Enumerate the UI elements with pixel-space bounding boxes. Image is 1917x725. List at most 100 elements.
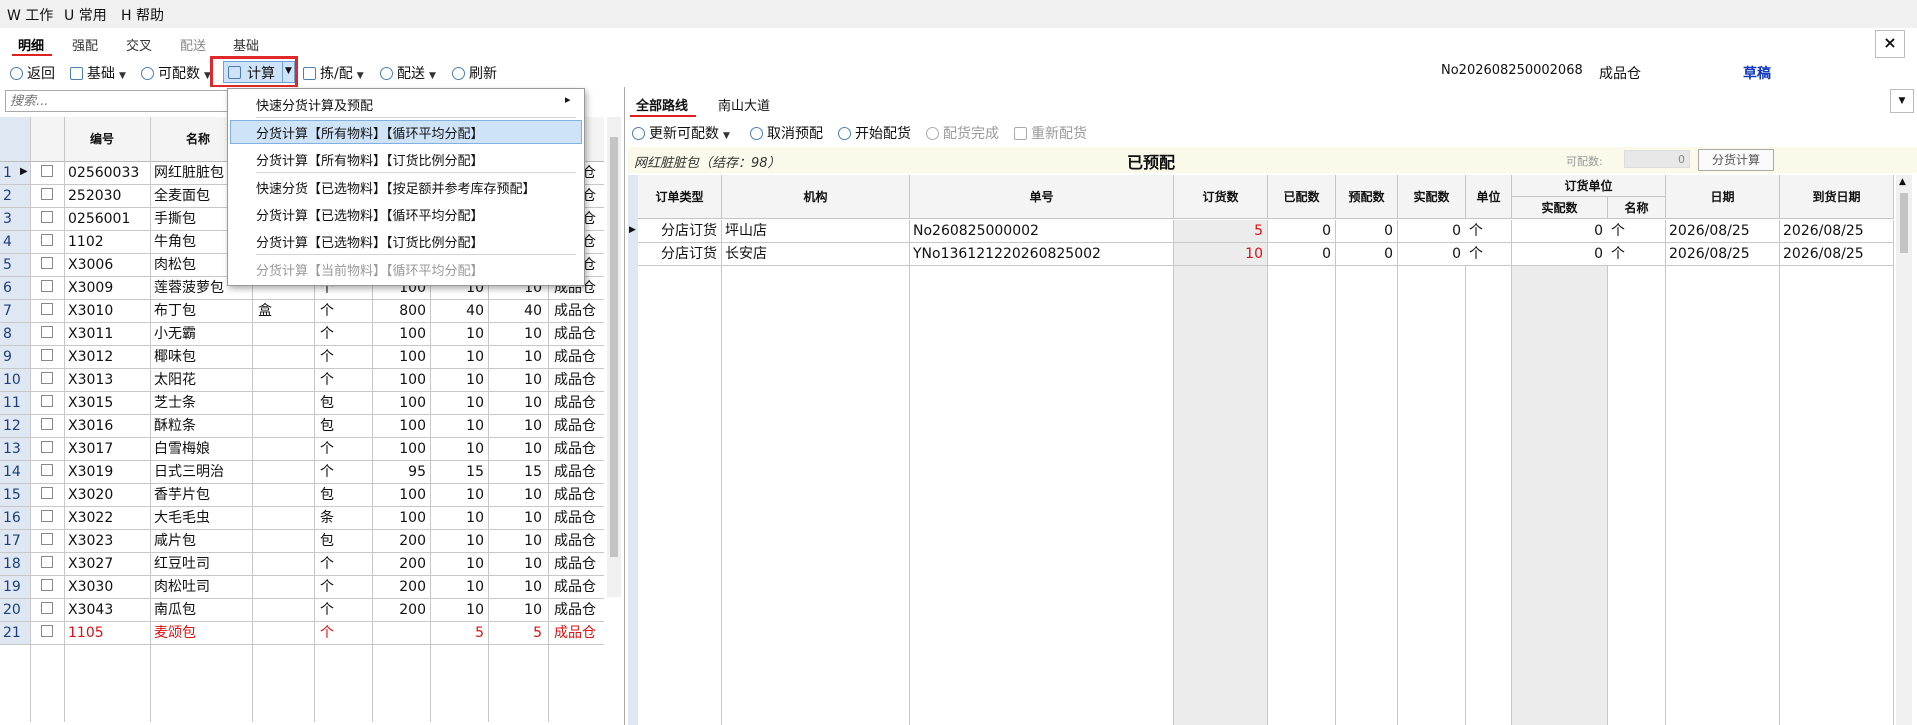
table-row[interactable]: 11 X3015 芝士条 包 100 10 10 成品仓	[0, 392, 604, 415]
col-header-order-qty[interactable]: 订货数	[1174, 175, 1268, 219]
tab-all-routes[interactable]: 全部路线	[636, 95, 688, 114]
update-available-button[interactable]: 更新可配数 ▼	[632, 123, 730, 143]
menu-item-all-ratio[interactable]: 分货计算【所有物料】【订货比例分配】	[256, 150, 484, 169]
row-checkbox[interactable]	[30, 346, 64, 369]
row-checkbox[interactable]	[30, 369, 64, 392]
row-checkbox[interactable]	[30, 185, 64, 208]
col-header-order-unit[interactable]: 订货单位	[1512, 175, 1666, 197]
table-row[interactable]: 18 X3027 红豆吐司 个 200 10 10 成品仓	[0, 553, 604, 576]
tab-force[interactable]: 强配	[72, 35, 98, 54]
tab-route-nanshan[interactable]: 南山大道	[718, 95, 770, 114]
checkbox-icon[interactable]	[41, 165, 53, 177]
tab-delivery[interactable]: 配送	[180, 35, 206, 54]
scroll-up-icon[interactable]: ▲	[1899, 177, 1906, 187]
cell-ou_actual[interactable]: 0	[1512, 243, 1608, 266]
table-row[interactable]: 8 X3011 小无霸 个 100 10 10 成品仓	[0, 323, 604, 346]
table-row[interactable]: 16 X3022 大毛毛虫 条 100 10 10 成品仓	[0, 507, 604, 530]
checkbox-icon[interactable]	[41, 349, 53, 361]
tab-cross[interactable]: 交叉	[126, 35, 152, 54]
refresh-button[interactable]: 刷新	[452, 63, 497, 83]
start-picking-button[interactable]: 开始配货	[838, 123, 911, 143]
checkbox-icon[interactable]	[41, 487, 53, 499]
row-checkbox[interactable]	[30, 231, 64, 254]
checkbox-icon[interactable]	[41, 395, 53, 407]
menu-item-selected-quick[interactable]: 快速分货【已选物料】【按足额并参考库存预配】	[256, 178, 536, 197]
table-row[interactable]: 13 X3017 白雪梅娘 个 100 10 10 成品仓	[0, 438, 604, 461]
table-row[interactable]: 19 X3030 肉松吐司 个 200 10 10 成品仓	[0, 576, 604, 599]
checkbox-icon[interactable]	[41, 326, 53, 338]
tab-detail[interactable]: 明细	[18, 35, 44, 54]
table-row[interactable]: 21 1105 麦颂包 个 5 5 成品仓	[0, 622, 604, 645]
row-checkbox[interactable]	[30, 208, 64, 231]
col-header-ou-name[interactable]: 名称	[1608, 197, 1666, 219]
checkbox-icon[interactable]	[41, 625, 53, 637]
pick-button[interactable]: 拣/配 ▼	[303, 63, 364, 83]
checkbox-icon[interactable]	[41, 464, 53, 476]
row-checkbox[interactable]	[30, 300, 64, 323]
col-header-org[interactable]: 机构	[722, 175, 910, 219]
checkbox-icon[interactable]	[41, 211, 53, 223]
menu-help[interactable]: H 帮助	[121, 5, 164, 25]
row-checkbox[interactable]	[30, 599, 64, 622]
route-dropdown-button[interactable]: ▼	[1890, 89, 1914, 113]
col-header-order-type[interactable]: 订单类型	[638, 175, 722, 219]
search-input[interactable]	[5, 90, 235, 112]
table-row[interactable]: 7 X3010 布丁包 盒 个 800 40 40 成品仓	[0, 300, 604, 323]
row-checkbox[interactable]	[30, 622, 64, 645]
row-checkbox[interactable]	[30, 461, 64, 484]
menu-common[interactable]: U 常用	[64, 5, 107, 25]
row-checkbox[interactable]	[30, 392, 64, 415]
checkbox-icon[interactable]	[41, 418, 53, 430]
tab-basic[interactable]: 基础	[233, 35, 259, 54]
row-checkbox[interactable]	[30, 277, 64, 300]
checkbox-icon[interactable]	[41, 556, 53, 568]
table-row[interactable]: 14 X3019 日式三明治 个 95 15 15 成品仓	[0, 461, 604, 484]
row-checkbox[interactable]	[30, 162, 64, 185]
table-row[interactable]: 分店订货 坪山店 No260825000002 5 0 0 0 个 0 个 2026/08/25 20…	[628, 220, 1894, 243]
deliver-button[interactable]: 配送 ▼	[380, 63, 436, 83]
back-button[interactable]: 返回	[10, 63, 55, 83]
base-button[interactable]: 基础 ▼	[70, 63, 126, 83]
row-checkbox[interactable]	[30, 415, 64, 438]
cell-ou_actual[interactable]: 0	[1512, 220, 1608, 243]
col-header-date[interactable]: 日期	[1666, 175, 1780, 219]
checkbox-icon[interactable]	[41, 257, 53, 269]
col-header-doc[interactable]: 单号	[910, 175, 1174, 219]
close-button[interactable]: ×	[1875, 30, 1905, 58]
table-row[interactable]: 15 X3020 香芋片包 包 100 10 10 成品仓	[0, 484, 604, 507]
col-header-ou-actual[interactable]: 实配数	[1512, 197, 1608, 219]
cell-actual[interactable]: 0	[1398, 220, 1466, 243]
table-row[interactable]: 17 X3023 咸片包 包 200 10 10 成品仓	[0, 530, 604, 553]
col-header-allocated[interactable]: 已配数	[1268, 175, 1336, 219]
checkbox-icon[interactable]	[41, 579, 53, 591]
checkbox-icon[interactable]	[41, 280, 53, 292]
col-header-code[interactable]: 编号	[90, 130, 114, 147]
checkbox-icon[interactable]	[41, 441, 53, 453]
menu-item-quick-calc[interactable]: 快速分货计算及预配	[256, 95, 373, 114]
checkbox-icon[interactable]	[41, 602, 53, 614]
col-header-arrive[interactable]: 到货日期	[1780, 175, 1894, 219]
checkbox-icon[interactable]	[41, 234, 53, 246]
menu-work[interactable]: W 工作	[7, 5, 53, 25]
chevron-down-icon[interactable]: ▼	[285, 66, 292, 76]
col-header-actual[interactable]: 实配数	[1398, 175, 1466, 219]
row-checkbox[interactable]	[30, 323, 64, 346]
checkbox-icon[interactable]	[41, 533, 53, 545]
allocation-calc-button[interactable]: 分货计算	[1698, 149, 1774, 171]
row-checkbox[interactable]	[30, 254, 64, 277]
left-scrollbar[interactable]	[607, 117, 621, 597]
cell-actual[interactable]: 0	[1398, 243, 1466, 266]
col-header-name[interactable]: 名称	[186, 130, 210, 147]
right-scrollbar[interactable]: ▲	[1896, 175, 1912, 725]
checkbox-icon[interactable]	[41, 303, 53, 315]
checkbox-icon[interactable]	[41, 510, 53, 522]
table-row[interactable]: 20 X3043 南瓜包 个 200 10 10 成品仓	[0, 599, 604, 622]
menu-item-selected-cyclic[interactable]: 分货计算【已选物料】【循环平均分配】	[256, 205, 484, 224]
table-row[interactable]: 分店订货 长安店 YNo136121220260825002 10 0 0 0 个 0 个 2026…	[628, 243, 1894, 266]
row-checkbox[interactable]	[30, 438, 64, 461]
calculate-button[interactable]: 计算 ▼	[223, 61, 295, 83]
row-checkbox[interactable]	[30, 507, 64, 530]
col-header-unit[interactable]: 单位	[1466, 175, 1512, 219]
table-row[interactable]: 9 X3012 椰味包 个 100 10 10 成品仓	[0, 346, 604, 369]
row-checkbox[interactable]	[30, 484, 64, 507]
